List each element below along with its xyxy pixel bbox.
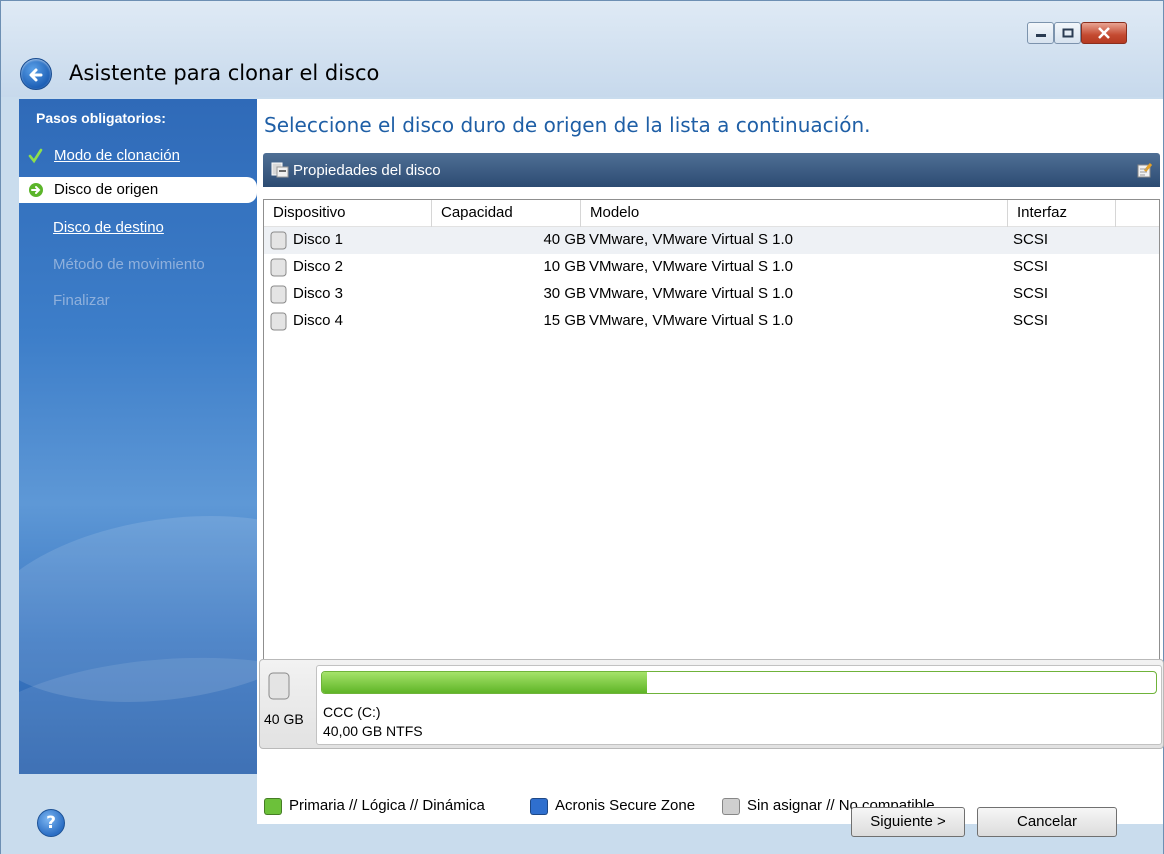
wizard-steps-sidebar: Pasos obligatorios: Modo de clonación Di… <box>19 99 257 774</box>
maximize-icon <box>1062 28 1073 38</box>
disk-list-header: Dispositivo Capacidad Modelo Interfaz <box>264 200 1159 227</box>
step-source-disk[interactable]: Disco de origen <box>19 177 257 203</box>
hard-disk-icon <box>270 285 287 304</box>
cell-model: VMware, VMware Virtual S 1.0 <box>589 285 793 302</box>
back-button[interactable] <box>20 58 52 90</box>
cell-device: Disco 4 <box>293 312 344 329</box>
table-row[interactable]: Disco 3 30 GB VMware, VMware Virtual S 1… <box>264 281 1159 308</box>
table-row[interactable]: Disco 2 10 GB VMware, VMware Virtual S 1… <box>264 254 1159 281</box>
hard-disk-icon <box>268 672 290 700</box>
steps-heading: Pasos obligatorios: <box>36 110 166 126</box>
cell-capacity: 15 GB <box>543 312 586 329</box>
hard-disk-icon <box>270 258 287 277</box>
disk-map-panel: 40 GB CCC (C:) 40,00 GB NTFS <box>259 659 1164 749</box>
cell-device: Disco 2 <box>293 258 344 275</box>
cell-interface: SCSI <box>1013 312 1049 329</box>
partition-block[interactable]: CCC (C:) 40,00 GB NTFS <box>316 665 1162 745</box>
disk-properties-icon <box>271 162 289 178</box>
legend-label: Primaria // Lógica // Dinámica <box>289 797 485 814</box>
partition-name: CCC (C:) <box>323 704 381 720</box>
minimize-icon <box>1035 34 1046 37</box>
cancel-button[interactable]: Cancelar <box>977 807 1117 837</box>
cell-model: VMware, VMware Virtual S 1.0 <box>589 312 793 329</box>
page-title: Seleccione el disco duro de origen de la… <box>264 113 871 137</box>
cell-capacity: 30 GB <box>543 285 586 302</box>
disk-map: 40 GB CCC (C:) 40,00 GB NTFS <box>257 659 1164 749</box>
step-finish: Finalizar <box>19 288 257 314</box>
help-icon: ? <box>46 813 56 833</box>
cell-interface: SCSI <box>1013 231 1049 248</box>
step-clone-mode[interactable]: Modo de clonación <box>19 143 257 169</box>
unallocated-swatch-icon <box>722 798 740 815</box>
cell-interface: SCSI <box>1013 258 1049 275</box>
step-label: Disco de destino <box>53 219 164 236</box>
cell-capacity: 10 GB <box>543 258 586 275</box>
legend-label: Acronis Secure Zone <box>555 797 696 814</box>
column-capacity[interactable]: Capacidad <box>432 200 581 227</box>
close-button[interactable] <box>1081 22 1127 44</box>
partition-info: 40,00 GB NTFS <box>323 723 423 739</box>
primary-swatch-icon <box>264 798 282 815</box>
edit-properties-icon[interactable] <box>1136 161 1154 179</box>
disk-size-label: 40 GB <box>264 711 304 727</box>
step-label: Modo de clonación <box>54 147 180 164</box>
cell-model: VMware, VMware Virtual S 1.0 <box>589 258 793 275</box>
checkmark-icon <box>28 148 43 164</box>
help-button[interactable]: ? <box>37 809 65 837</box>
step-label: Finalizar <box>53 292 110 309</box>
minimize-button[interactable] <box>1027 22 1054 44</box>
window-title: Asistente para clonar el disco <box>69 61 380 85</box>
arrow-right-icon <box>29 183 43 197</box>
next-button[interactable]: Siguiente > <box>851 807 965 837</box>
step-label: Disco de origen <box>54 181 159 198</box>
table-row[interactable]: Disco 4 15 GB VMware, VMware Virtual S 1… <box>264 308 1159 335</box>
cell-device: Disco 1 <box>293 231 344 248</box>
cell-model: VMware, VMware Virtual S 1.0 <box>589 231 793 248</box>
step-move-method: Método de movimiento <box>19 252 257 278</box>
step-target-disk[interactable]: Disco de destino <box>19 215 257 241</box>
wizard-window: Asistente para clonar el disco Pasos obl… <box>0 0 1164 854</box>
partition-usage-fill <box>322 672 648 693</box>
secure-zone-swatch-icon <box>530 798 548 815</box>
close-icon <box>1098 27 1110 39</box>
column-model[interactable]: Modelo <box>581 200 1008 227</box>
panel-title: Propiedades del disco <box>293 162 441 179</box>
hard-disk-icon <box>270 231 287 250</box>
column-device[interactable]: Dispositivo <box>264 200 432 227</box>
hard-disk-icon <box>270 312 287 331</box>
maximize-button[interactable] <box>1054 22 1081 44</box>
step-label: Método de movimiento <box>53 256 205 273</box>
cell-capacity: 40 GB <box>543 231 586 248</box>
title-bar: Asistente para clonar el disco <box>1 1 1163 97</box>
disk-properties-header: Propiedades del disco <box>263 153 1160 187</box>
cell-interface: SCSI <box>1013 285 1049 302</box>
back-arrow-icon <box>29 68 43 82</box>
table-row[interactable]: Disco 1 40 GB VMware, VMware Virtual S 1… <box>264 227 1159 254</box>
column-interface[interactable]: Interfaz <box>1008 200 1116 227</box>
partition-usage-bar <box>321 671 1157 694</box>
cell-device: Disco 3 <box>293 285 344 302</box>
